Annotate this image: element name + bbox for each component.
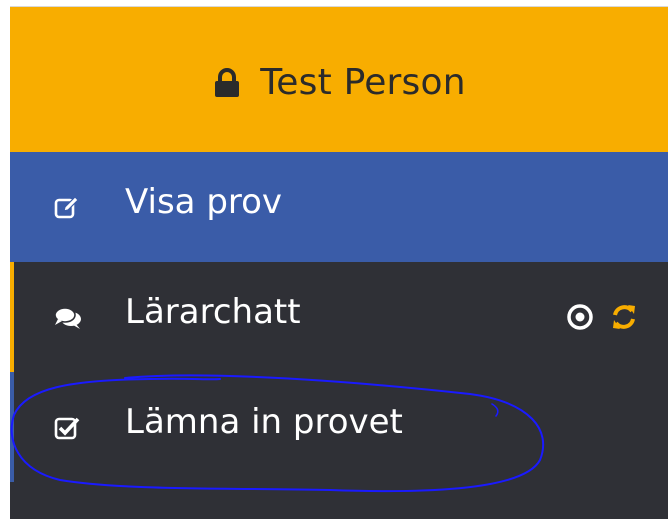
checkbox-icon xyxy=(54,417,80,440)
refresh-icon[interactable] xyxy=(610,303,638,331)
app-frame: Test Person Visa prov Lärarchatt Lämna i… xyxy=(0,0,668,519)
chat-status-icons xyxy=(566,303,638,331)
nav-item-lararchatt[interactable]: Lärarchatt xyxy=(10,262,668,372)
lock-icon xyxy=(215,67,240,97)
sidebar-nav: Test Person Visa prov Lärarchatt Lämna i… xyxy=(10,6,668,519)
active-accent-bar xyxy=(10,262,14,372)
comments-icon xyxy=(54,307,81,329)
edit-icon xyxy=(54,196,79,219)
nav-item-label: Lärarchatt xyxy=(125,292,301,332)
accent-bar xyxy=(10,372,14,482)
user-name: Test Person xyxy=(260,62,466,103)
user-header: Test Person xyxy=(10,7,668,152)
nav-item-label: Visa prov xyxy=(125,182,283,222)
dot-circle-icon[interactable] xyxy=(566,303,594,331)
user-header-content: Test Person xyxy=(214,62,466,103)
nav-item-lamna-in-provet[interactable]: Lämna in provet xyxy=(10,372,668,482)
nav-item-label: Lämna in provet xyxy=(125,402,403,442)
nav-item-visa-prov[interactable]: Visa prov xyxy=(10,152,668,262)
